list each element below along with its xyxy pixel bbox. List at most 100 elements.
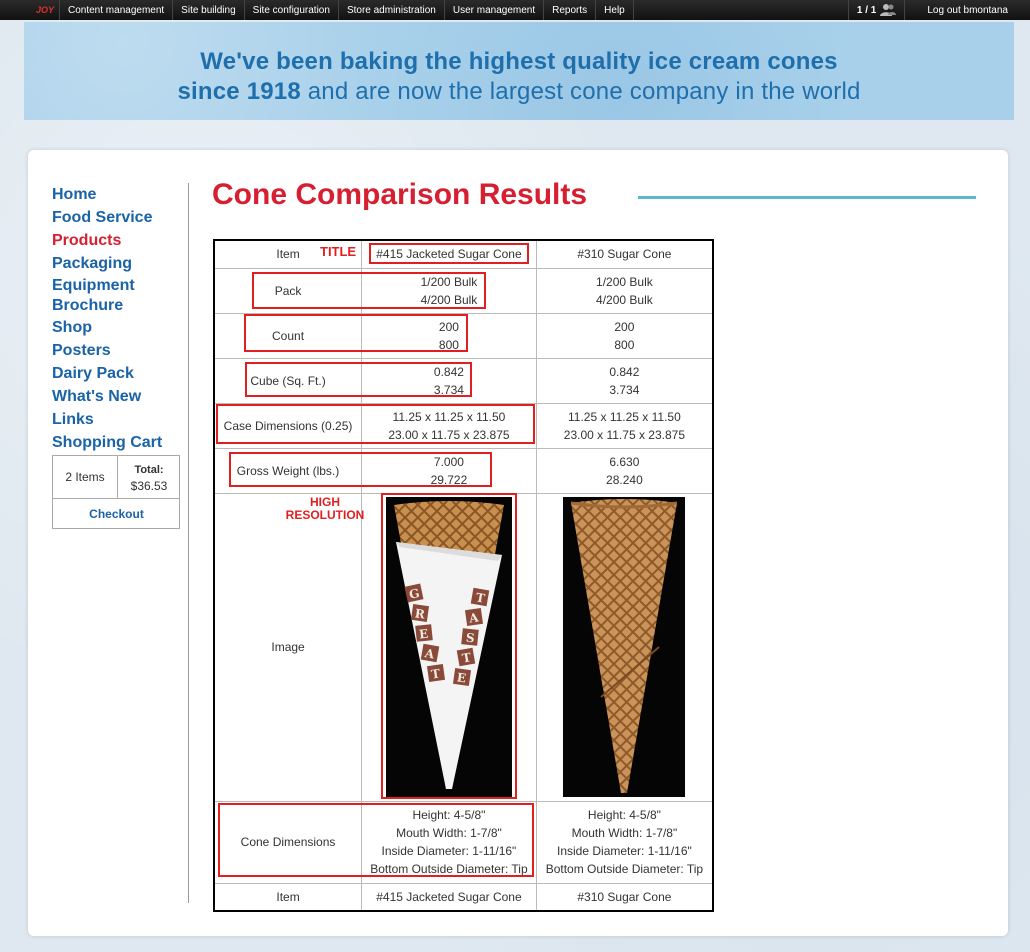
cell-line: 800 — [614, 337, 635, 352]
page-title: Cone Comparison Results — [212, 178, 588, 211]
nav-dairy-pack[interactable]: Dairy Pack — [52, 362, 192, 385]
annotation-title-label: TITLE — [320, 244, 357, 259]
hero-banner: We've been baking the highest quality ic… — [24, 22, 1014, 120]
cell-line: 0.842 — [433, 364, 464, 379]
table-row-case-dimensions: Case Dimensions (0.25) 11.25 x 11.25 x 1… — [213, 402, 714, 449]
product-a-name-footer[interactable]: #415 Jacketed Sugar Cone — [361, 882, 537, 912]
menu-store-administration[interactable]: Store administration — [339, 0, 445, 20]
table-row-footer: Item #415 Jacketed Sugar Cone #310 Sugar… — [213, 882, 714, 912]
sidebar-nav: Home Food Service Products Packaging Equ… — [52, 183, 192, 454]
annotation-high-res-line-2: RESOLUTION — [285, 508, 365, 522]
cell-line: Mouth Width: 1-7/8" — [571, 826, 678, 840]
nav-posters[interactable]: Posters — [52, 339, 192, 362]
cell-weight-a: 7.000 29.722 — [361, 447, 537, 494]
menu-help[interactable]: Help — [596, 0, 634, 20]
cart-summary: 2 Items Total: $36.53 Checkout — [52, 455, 180, 529]
cell-cube-a: 0.842 3.734 — [361, 357, 537, 404]
row-label: Gross Weight (lbs.) — [213, 447, 363, 494]
admin-toolbar: JOY Content management Site building Sit… — [0, 0, 1030, 20]
cell-cone-dims-a: Height: 4-5/8" Mouth Width: 1-7/8" Insid… — [361, 800, 537, 884]
cell-line: Mouth Width: 1-7/8" — [396, 826, 502, 840]
nav-shop[interactable]: Shop — [52, 316, 192, 339]
row-label: Image — [213, 492, 363, 802]
row-label: Case Dimensions (0.25) — [213, 402, 363, 449]
cell-weight-b: 6.630 28.240 — [535, 447, 714, 494]
product-b-name-footer[interactable]: #310 Sugar Cone — [535, 882, 714, 912]
svg-text:E: E — [418, 627, 429, 642]
cell-count-a: 200 800 — [361, 312, 537, 359]
nav-whats-new[interactable]: What's New — [52, 385, 192, 408]
banner-line-1: We've been baking the highest quality ic… — [200, 48, 838, 75]
cell-line: Inside Diameter: 1-11/16" — [381, 844, 517, 858]
checkout-link[interactable]: Checkout — [53, 499, 180, 529]
svg-text:S: S — [465, 631, 475, 646]
cart-total: Total: $36.53 — [118, 456, 180, 499]
nav-products[interactable]: Products — [52, 229, 192, 252]
cell-line: 4/200 Bulk — [420, 292, 478, 307]
menu-user-management[interactable]: User management — [445, 0, 545, 20]
cell-line: 11.25 x 11.25 x 11.50 — [392, 409, 506, 424]
cell-line: Bottom Outside Diameter: Tip — [545, 862, 704, 876]
cell-case-b: 11.25 x 11.25 x 11.50 23.00 x 11.75 x 23.… — [535, 402, 714, 449]
banner-line-2-rest: and are now the largest cone company in … — [300, 78, 861, 105]
sugar-cone-image[interactable] — [563, 497, 686, 797]
row-label: Cube (Sq. Ft.) — [213, 357, 363, 404]
cell-line: 200 — [614, 319, 635, 334]
cell-line: 23.00 x 11.75 x 23.875 — [563, 427, 685, 442]
cart-total-value: $36.53 — [130, 479, 168, 493]
cell-line: 3.734 — [433, 382, 464, 397]
cell-line: Height: 4-5/8" — [412, 808, 486, 822]
nav-packaging[interactable]: Packaging — [52, 252, 192, 275]
table-row-count: Count 200 800 200 800 — [213, 312, 714, 359]
table-row-gross-weight: Gross Weight (lbs.) 7.000 29.722 6.630 28.… — [213, 447, 714, 494]
product-b-name[interactable]: #310 Sugar Cone — [535, 239, 714, 269]
cell-line: 29.722 — [430, 472, 468, 487]
nav-links[interactable]: Links — [52, 408, 192, 431]
site-logo[interactable]: JOY — [0, 0, 60, 20]
logo-text: JOY — [36, 5, 55, 15]
cell-pack-b: 1/200 Bulk 4/200 Bulk — [535, 267, 714, 314]
menu-reports[interactable]: Reports — [544, 0, 597, 20]
cell-cone-dims-b: Height: 4-5/8" Mouth Width: 1-7/8" Insid… — [535, 800, 714, 884]
cell-line: 7.000 — [433, 454, 464, 469]
cell-line: 800 — [438, 337, 459, 352]
product-a-name[interactable]: #415 Jacketed Sugar Cone — [361, 239, 537, 269]
menu-content-management[interactable]: Content management — [60, 0, 174, 20]
cell-count-b: 200 800 — [535, 312, 714, 359]
menu-site-building[interactable]: Site building — [173, 0, 245, 20]
row-label: Item — [213, 882, 363, 912]
online-users-count: 1 / 1 — [856, 4, 877, 16]
cell-line: Height: 4-5/8" — [587, 808, 661, 822]
cell-cube-b: 0.842 3.734 — [535, 357, 714, 404]
heading-rule — [638, 196, 976, 199]
online-users[interactable]: 1 / 1 — [847, 0, 904, 20]
cell-line: 1/200 Bulk — [420, 274, 478, 289]
cell-line: 4/200 Bulk — [596, 292, 653, 307]
cell-line: 6.630 — [609, 454, 640, 469]
table-row-image: Image G R E A T T A S T E — [213, 492, 714, 802]
table-row-header: Item #415 Jacketed Sugar Cone #310 Sugar… — [213, 239, 714, 269]
sidebar-divider — [188, 183, 189, 903]
users-icon — [880, 4, 897, 16]
cell-line: 23.00 x 11.75 x 23.875 — [388, 427, 510, 442]
logout-link[interactable]: Log out bmontana — [904, 0, 1030, 20]
jacketed-cone-image[interactable]: G R E A T T A S T E — [385, 497, 512, 797]
cell-line: Bottom Outside Diameter: Tip — [370, 862, 528, 876]
cart-item-count: 2 Items — [53, 456, 118, 499]
nav-equipment-brochure[interactable]: Equipment Brochure — [52, 275, 162, 316]
table-row-cone-dimensions: Cone Dimensions Height: 4-5/8" Mouth Wid… — [213, 800, 714, 884]
nav-shopping-cart[interactable]: Shopping Cart — [52, 431, 192, 454]
cart-total-label: Total: — [134, 464, 164, 476]
table-row-cube: Cube (Sq. Ft.) 0.842 3.734 0.842 3.734 — [213, 357, 714, 404]
cell-case-a: 11.25 x 11.25 x 11.50 23.00 x 11.75 x 23.… — [361, 402, 537, 449]
nav-food-service[interactable]: Food Service — [52, 206, 192, 229]
banner-line-2: since 1918 and are now the largest cone … — [24, 78, 1014, 106]
cell-image-a: G R E A T T A S T E — [361, 492, 537, 802]
cell-pack-a: 1/200 Bulk 4/200 Bulk — [361, 267, 537, 314]
menu-site-configuration[interactable]: Site configuration — [245, 0, 339, 20]
nav-home[interactable]: Home — [52, 183, 192, 206]
cell-line: 11.25 x 11.25 x 11.50 — [568, 409, 681, 424]
cell-line: 1/200 Bulk — [596, 274, 653, 289]
table-row-pack: Pack 1/200 Bulk 4/200 Bulk 1/200 Bulk 4/20… — [213, 267, 714, 314]
row-label: Pack — [213, 267, 363, 314]
